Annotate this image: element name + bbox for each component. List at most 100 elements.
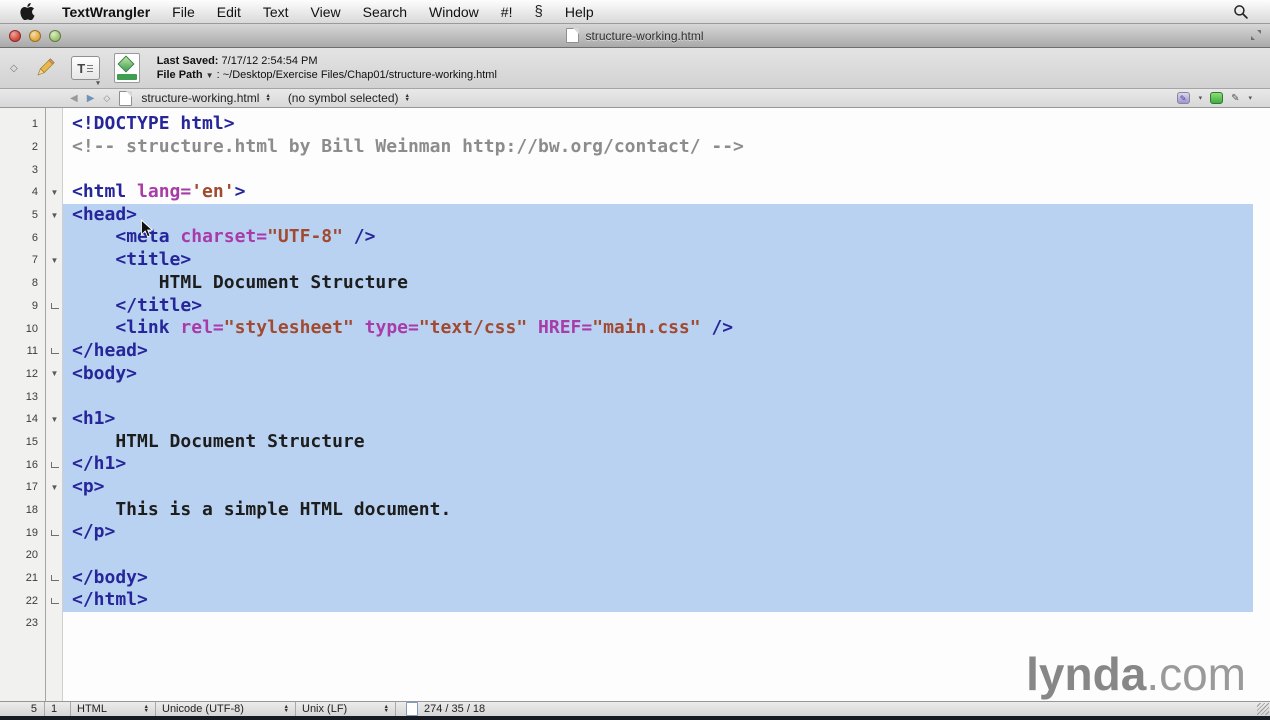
code-line-text[interactable]: </head>: [63, 339, 1253, 363]
toolbar-collapse-icon[interactable]: ◇: [10, 63, 18, 74]
resize-grip[interactable]: [1257, 703, 1269, 715]
fold-end-marker[interactable]: [46, 453, 63, 476]
apple-menu-icon[interactable]: [20, 3, 35, 20]
text-options-icon[interactable]: T ▾: [70, 56, 100, 87]
code-line-text[interactable]: HTML Document Structure: [63, 271, 1253, 295]
file-icon: [119, 90, 133, 106]
last-saved-label: Last Saved:: [156, 54, 219, 67]
code-line-text[interactable]: </body>: [63, 566, 1253, 590]
line-number: 2: [31, 141, 38, 154]
code-line-text[interactable]: HTML Document Structure: [63, 430, 1253, 454]
open-file-popup[interactable]: structure-working.html ▲ ▼: [141, 91, 270, 105]
line-number: 9: [31, 299, 38, 312]
line-number: 7: [31, 254, 38, 267]
code-line-text[interactable]: [63, 612, 1253, 635]
fold-start-marker[interactable]: ▼: [46, 249, 63, 272]
language-popup[interactable]: HTML ▲ ▼: [71, 702, 156, 716]
fold-start-marker[interactable]: ▼: [46, 363, 63, 386]
document-state-icon: [1210, 92, 1224, 104]
code-line-text[interactable]: </p>: [63, 521, 1253, 545]
window-title: structure-working.html: [585, 28, 704, 43]
chevron-down-icon: ▾: [1248, 95, 1252, 102]
code-line-row: 11 </head>: [0, 339, 1270, 363]
code-line-text[interactable]: This is a simple HTML document.: [63, 498, 1253, 522]
code-line-text[interactable]: <!DOCTYPE html>: [63, 113, 1253, 136]
chevron-down-icon: ▾: [1198, 95, 1203, 102]
menu-text[interactable]: Text: [252, 4, 300, 20]
last-saved-row: Last Saved: 7/17/12 2:54:54 PM: [157, 54, 497, 68]
back-button[interactable]: ◀: [70, 93, 78, 104]
code-line-text[interactable]: [63, 158, 1253, 181]
line-number: 20: [25, 549, 38, 562]
fold-start-marker[interactable]: ▼: [46, 408, 63, 431]
cursor-line-indicator: 5: [0, 702, 45, 716]
menu-window[interactable]: Window: [418, 4, 490, 20]
pencil-icon[interactable]: [33, 55, 57, 81]
fullscreen-icon[interactable]: [1250, 28, 1262, 46]
fold-end-marker[interactable]: [46, 340, 63, 363]
line-number: 17: [25, 481, 38, 494]
code-line-text[interactable]: </html>: [63, 589, 1253, 613]
menu--[interactable]: #!: [490, 4, 524, 20]
fold-end-marker[interactable]: [46, 567, 63, 590]
code-editor[interactable]: 1 <!DOCTYPE html> 2 <!-- structure.html by …: [0, 108, 1270, 701]
menu-edit[interactable]: Edit: [206, 4, 252, 20]
nav-diamond-icon: ◇: [103, 92, 111, 103]
popup-stepper-icon: ▲ ▼: [143, 704, 149, 714]
line-number: 4: [31, 186, 38, 199]
navigation-bar: ◀ ▶ ◇ structure-working.html ▲ ▼ (no symb…: [0, 89, 1270, 108]
encoding-popup[interactable]: Unicode (UTF-8) ▲ ▼: [156, 702, 296, 716]
fold-end-marker[interactable]: [46, 589, 63, 612]
line-number: 13: [25, 390, 38, 403]
pencil-menu-icon[interactable]: ✎: [1231, 93, 1239, 104]
stats-doc-icon: [406, 702, 418, 716]
menu-file[interactable]: File: [161, 4, 206, 20]
forward-button[interactable]: ▶: [87, 93, 95, 104]
document-proxy-icon[interactable]: [566, 28, 580, 43]
code-line-row: 9 </title>: [0, 294, 1270, 318]
code-line-row: 17 ▼ <p>: [0, 476, 1270, 499]
code-line-row: 4 ▼ <html lang='en'>: [0, 181, 1270, 204]
menu-search[interactable]: Search: [352, 4, 418, 20]
spotlight-search-icon[interactable]: [1233, 4, 1248, 19]
fold-start-marker[interactable]: ▼: [46, 204, 63, 227]
fold-end-marker[interactable]: [46, 295, 63, 318]
line-number: 18: [25, 504, 38, 517]
fold-start-marker[interactable]: ▼: [46, 476, 63, 499]
line-number: 15: [25, 435, 38, 448]
code-line-text[interactable]: [63, 544, 1253, 567]
code-line-text[interactable]: <head>: [63, 203, 1253, 227]
code-line-text[interactable]: <p>: [63, 476, 1253, 499]
code-line-text[interactable]: <html lang='en'>: [63, 181, 1253, 204]
code-line-text[interactable]: <link rel="stylesheet" type="text/css" H…: [63, 317, 1253, 340]
code-line-text[interactable]: </title>: [63, 294, 1253, 318]
popup-stepper-icon: ▲ ▼: [265, 93, 271, 103]
code-line-row: 15 HTML Document Structure: [0, 430, 1270, 454]
fold-start-marker[interactable]: ▼: [46, 181, 63, 204]
code-line-row: 14 ▼ <h1>: [0, 407, 1270, 431]
file-path-popup[interactable]: File Path ▼: [157, 69, 214, 81]
code-line-text[interactable]: <title>: [63, 249, 1253, 272]
code-line-text[interactable]: <!-- structure.html by Bill Weinman http…: [63, 136, 1253, 159]
code-line-text[interactable]: <meta charset="UTF-8" />: [63, 226, 1253, 250]
menu-textwrangler[interactable]: TextWrangler: [51, 4, 161, 20]
code-line-row: 20: [0, 544, 1270, 567]
scripts-menu-icon[interactable]: §: [523, 3, 553, 20]
code-line-text[interactable]: </h1>: [63, 453, 1253, 476]
markers-menu-icon[interactable]: ✎: [1176, 92, 1190, 104]
symbol-popup[interactable]: (no symbol selected) ▲ ▼: [288, 91, 410, 105]
code-line-text[interactable]: <h1>: [63, 407, 1253, 431]
document-icon[interactable]: [113, 53, 140, 83]
code-line-row: 19 </p>: [0, 521, 1270, 545]
menu-view[interactable]: View: [300, 4, 352, 20]
menu-help[interactable]: Help: [554, 4, 605, 20]
line-number: 21: [25, 572, 38, 585]
fold-end-marker[interactable]: [46, 521, 63, 544]
line-endings-popup[interactable]: Unix (LF) ▲ ▼: [296, 702, 396, 716]
line-number: 22: [25, 594, 38, 607]
code-line-text[interactable]: <body>: [63, 362, 1253, 386]
code-line-text[interactable]: [63, 385, 1253, 408]
